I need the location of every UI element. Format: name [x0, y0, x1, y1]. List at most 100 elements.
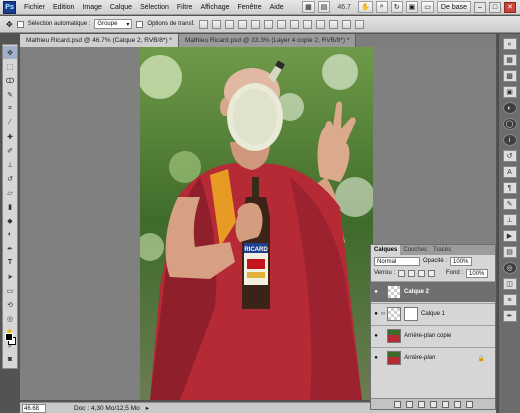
- align-vcenter-icon[interactable]: [211, 19, 221, 29]
- path-selection-tool-icon[interactable]: ➤: [3, 270, 17, 283]
- history-panel-icon[interactable]: ↺: [502, 150, 517, 162]
- align-top-icon[interactable]: [198, 19, 208, 29]
- eye-icon[interactable]: ●: [371, 311, 381, 317]
- document-image[interactable]: RICARD: [140, 47, 373, 400]
- clone-source-panel-icon[interactable]: ⊥: [502, 214, 517, 226]
- distribute-vcenter-icon[interactable]: [289, 19, 299, 29]
- animation-panel-icon[interactable]: ▤: [502, 246, 517, 258]
- add-mask-icon[interactable]: [417, 400, 425, 408]
- new-group-icon[interactable]: [441, 400, 449, 408]
- collapse-dock-icon[interactable]: «: [502, 38, 517, 50]
- channels-panel-icon[interactable]: ≡: [502, 294, 517, 306]
- distribute-hcenter-icon[interactable]: [328, 19, 338, 29]
- view-extras-icon[interactable]: ▤: [317, 1, 331, 13]
- menu-fenetre[interactable]: Fenêtre: [234, 0, 266, 15]
- dodge-tool-icon[interactable]: ◐: [3, 228, 17, 241]
- eye-icon[interactable]: ●: [371, 355, 381, 361]
- workspace-switcher[interactable]: De base: [436, 1, 471, 13]
- pen-tool-icon[interactable]: ✒: [3, 242, 17, 255]
- screen-mode-icon[interactable]: ▭: [421, 1, 434, 13]
- menu-aide[interactable]: Aide: [266, 0, 288, 15]
- close-button[interactable]: ✕: [504, 1, 516, 13]
- distribute-left-icon[interactable]: [315, 19, 325, 29]
- menu-edition[interactable]: Edition: [49, 0, 78, 15]
- 3d-orbit-tool-icon[interactable]: ◎: [3, 312, 17, 325]
- adjustment-layer-icon[interactable]: [429, 400, 437, 408]
- layer-row[interactable]: ● ∞ Calque 1: [371, 303, 495, 324]
- transform-controls-checkbox[interactable]: [136, 20, 144, 28]
- masks-panel-icon[interactable]: ◯: [502, 118, 517, 130]
- bridge-icon[interactable]: ▦: [302, 1, 315, 13]
- history-brush-tool-icon[interactable]: ↺: [3, 172, 17, 185]
- maximize-button[interactable]: □: [489, 1, 501, 13]
- new-layer-icon[interactable]: [453, 400, 461, 408]
- marquee-tool-icon[interactable]: ⬚: [3, 60, 17, 73]
- eraser-tool-icon[interactable]: ▱: [3, 186, 17, 199]
- eyedropper-tool-icon[interactable]: ⁄: [3, 116, 17, 129]
- link-layers-icon[interactable]: [393, 400, 401, 408]
- distribute-right-icon[interactable]: [341, 19, 351, 29]
- layer-style-icon[interactable]: [405, 400, 413, 408]
- crop-tool-icon[interactable]: ⌗: [3, 102, 17, 115]
- layer-row[interactable]: ● Arrière-plan copie: [371, 325, 495, 346]
- align-bottom-icon[interactable]: [224, 19, 234, 29]
- lock-all-icon[interactable]: [428, 269, 436, 277]
- menu-image[interactable]: Image: [78, 0, 105, 15]
- lasso-tool-icon[interactable]: ↀ: [3, 74, 17, 87]
- document-tab-active[interactable]: Mathieu Ricard.psd @ 46.7% (Calque 2, RV…: [20, 34, 179, 47]
- 3d-panel-icon[interactable]: ◎: [502, 262, 517, 274]
- layers-panel-icon[interactable]: ◫: [502, 278, 517, 290]
- character-panel-icon[interactable]: A: [502, 166, 517, 178]
- move-tool-icon[interactable]: ✥: [3, 46, 17, 59]
- lock-pixels-icon[interactable]: [408, 269, 416, 277]
- rotate-view-icon[interactable]: ↻: [390, 1, 403, 13]
- lock-transparency-icon[interactable]: [398, 269, 406, 277]
- adjustments-panel-icon[interactable]: ◐: [502, 102, 517, 114]
- align-left-icon[interactable]: [237, 19, 247, 29]
- status-zoom-field[interactable]: 46.68 %: [22, 403, 46, 413]
- menu-affichage[interactable]: Affichage: [196, 0, 233, 15]
- hand-tool-icon[interactable]: ✋: [357, 1, 373, 13]
- paths-panel-icon[interactable]: ✒: [502, 310, 517, 322]
- blend-mode-select[interactable]: Normal: [374, 256, 420, 266]
- document-tab-inactive[interactable]: Mathieu Ricard.psd @ 33.3% (Layer 4 copi…: [178, 34, 357, 47]
- healing-brush-tool-icon[interactable]: ✚: [3, 130, 17, 143]
- auto-align-icon[interactable]: [354, 19, 364, 29]
- arrange-documents-icon[interactable]: ▣: [405, 1, 419, 13]
- tab-couches[interactable]: Couches: [400, 245, 430, 255]
- menu-filtre[interactable]: Filtre: [173, 0, 197, 15]
- menu-selection[interactable]: Sélection: [136, 0, 173, 15]
- blur-tool-icon[interactable]: ◆: [3, 214, 17, 227]
- paragraph-panel-icon[interactable]: ¶: [502, 182, 517, 194]
- align-right-icon[interactable]: [263, 19, 273, 29]
- delete-layer-icon[interactable]: [465, 400, 473, 408]
- opacity-input[interactable]: 100%: [450, 256, 473, 266]
- shape-tool-icon[interactable]: ▭: [3, 284, 17, 297]
- tab-calques[interactable]: Calques: [371, 245, 401, 255]
- foreground-color-swatch[interactable]: [5, 333, 13, 341]
- info-panel-icon[interactable]: i: [502, 134, 517, 146]
- distribute-top-icon[interactable]: [276, 19, 286, 29]
- brushes-panel-icon[interactable]: ✎: [502, 198, 517, 210]
- color-panel-icon[interactable]: ▦: [502, 54, 517, 66]
- auto-select-checkbox[interactable]: [16, 20, 24, 28]
- gradient-tool-icon[interactable]: ▮: [3, 200, 17, 213]
- lock-position-icon[interactable]: [418, 269, 426, 277]
- fill-input[interactable]: 100%: [466, 268, 489, 278]
- eye-icon[interactable]: ●: [371, 333, 381, 339]
- clone-stamp-tool-icon[interactable]: ⊥: [3, 158, 17, 171]
- menu-fichier[interactable]: Fichier: [20, 0, 49, 15]
- swatches-panel-icon[interactable]: ▩: [502, 70, 517, 82]
- tab-traces[interactable]: Tracés: [430, 245, 454, 255]
- zoom-tool-icon[interactable]: ⌕: [375, 1, 388, 13]
- 3d-rotate-tool-icon[interactable]: ⟲: [3, 298, 17, 311]
- quick-selection-tool-icon[interactable]: ✎: [3, 88, 17, 101]
- distribute-bottom-icon[interactable]: [302, 19, 312, 29]
- minimize-button[interactable]: –: [474, 1, 486, 13]
- align-hcenter-icon[interactable]: [250, 19, 260, 29]
- type-tool-icon[interactable]: T: [3, 256, 17, 269]
- zoom-level[interactable]: 46.7: [333, 4, 355, 11]
- quick-mask-icon[interactable]: ◙: [3, 353, 17, 366]
- auto-select-dropdown[interactable]: Groupe ▾: [94, 19, 133, 29]
- layer-row[interactable]: ● Calque 2: [371, 281, 495, 302]
